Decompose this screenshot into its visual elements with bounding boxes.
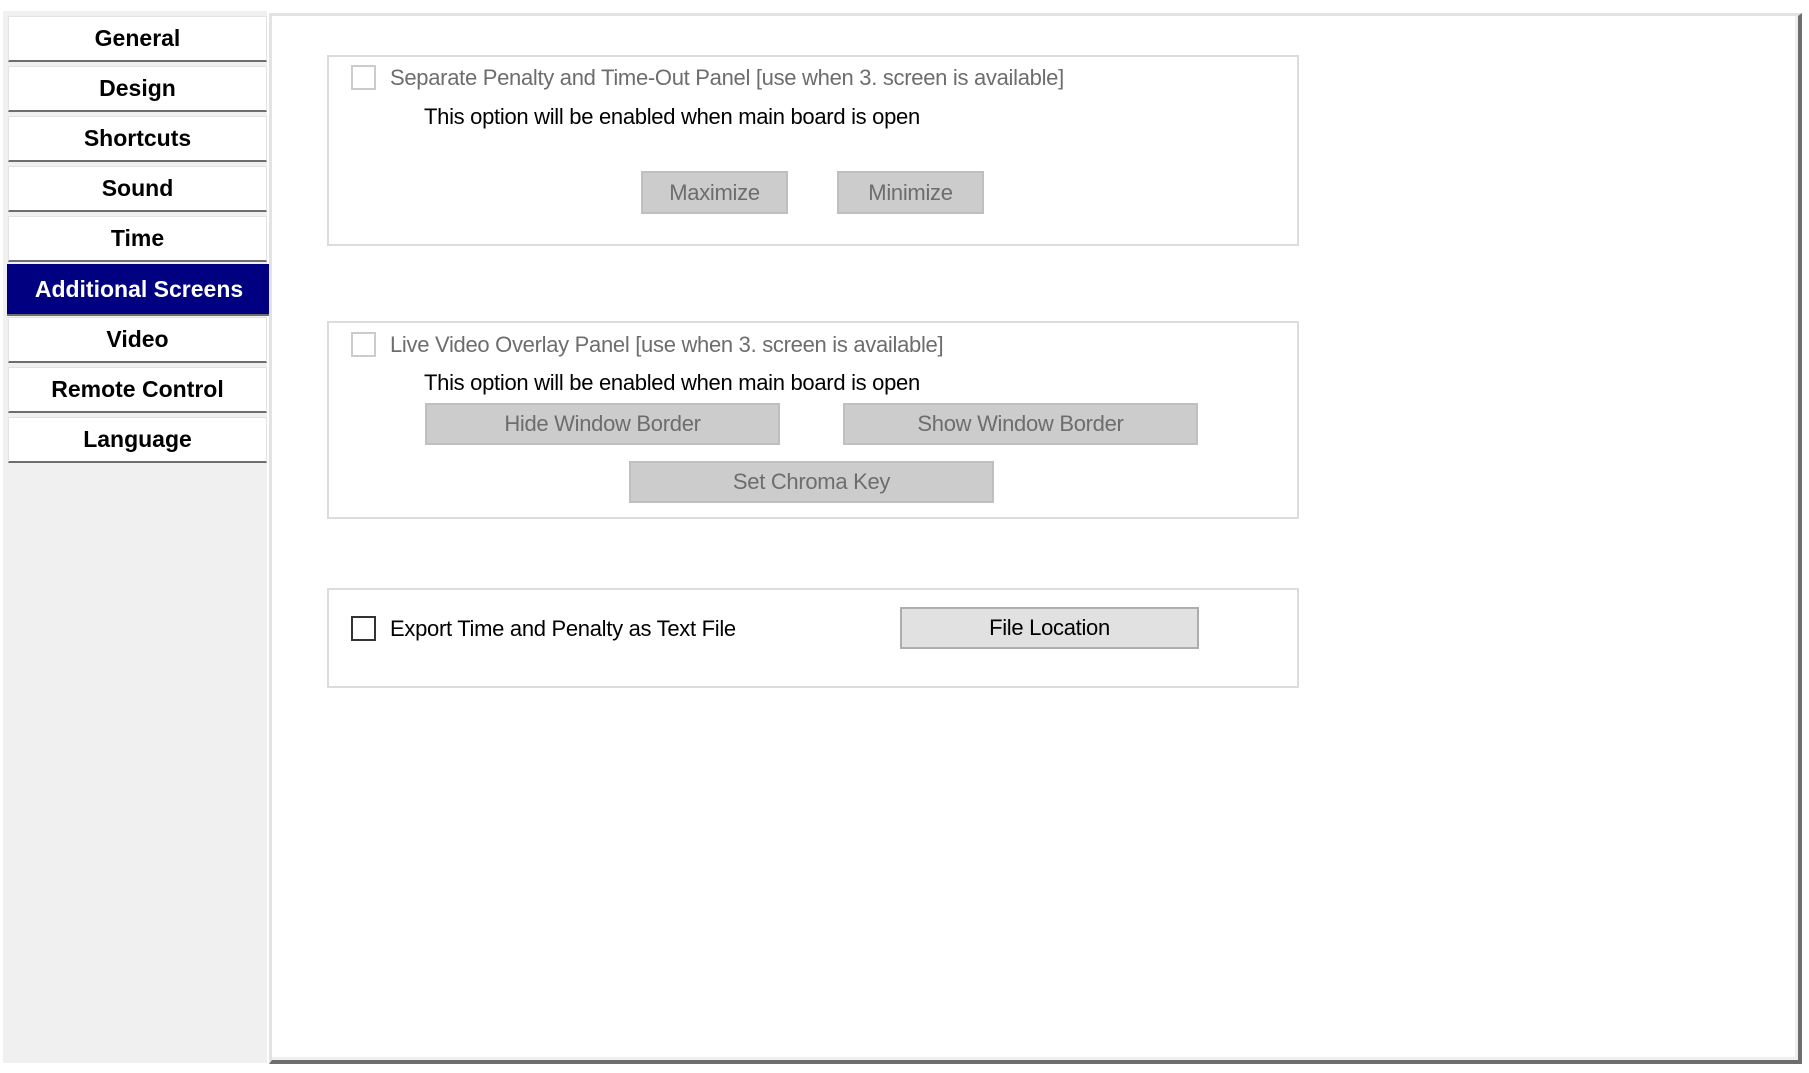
- maximize-button[interactable]: Maximize: [641, 171, 788, 214]
- sidebar-item-time[interactable]: Time: [8, 216, 267, 262]
- file-location-button[interactable]: File Location: [900, 607, 1199, 649]
- sidebar-item-additional-screens[interactable]: Additional Screens: [7, 264, 271, 316]
- sidebar-item-remote-control[interactable]: Remote Control: [8, 367, 267, 413]
- penalty-panel-group: Separate Penalty and Time-Out Panel [use…: [327, 55, 1299, 246]
- penalty-panel-checkbox[interactable]: [351, 65, 376, 90]
- export-panel-group: Export Time and Penalty as Text File Fil…: [327, 588, 1299, 688]
- video-overlay-checkbox[interactable]: [351, 332, 376, 357]
- hide-window-border-button[interactable]: Hide Window Border: [425, 403, 780, 445]
- video-overlay-checkbox-label: Live Video Overlay Panel [use when 3. sc…: [390, 332, 944, 357]
- penalty-panel-info: This option will be enabled when main bo…: [424, 104, 920, 129]
- video-overlay-info: This option will be enabled when main bo…: [424, 370, 920, 395]
- sidebar-item-shortcuts[interactable]: Shortcuts: [8, 116, 267, 162]
- sidebar-item-video[interactable]: Video: [8, 317, 267, 363]
- export-text-file-checkbox[interactable]: [351, 616, 376, 641]
- show-window-border-button[interactable]: Show Window Border: [843, 403, 1198, 445]
- sidebar-item-sound[interactable]: Sound: [8, 166, 267, 212]
- sidebar-item-general[interactable]: General: [8, 16, 267, 62]
- minimize-button[interactable]: Minimize: [837, 171, 984, 214]
- sidebar-item-design[interactable]: Design: [8, 66, 267, 112]
- set-chroma-key-button[interactable]: Set Chroma Key: [629, 461, 994, 503]
- sidebar-item-language[interactable]: Language: [8, 417, 267, 463]
- settings-sidebar: General Design Shortcuts Sound Time Addi…: [3, 11, 271, 1063]
- export-text-file-label: Export Time and Penalty as Text File: [390, 616, 736, 641]
- video-overlay-panel-group: Live Video Overlay Panel [use when 3. sc…: [327, 321, 1299, 519]
- additional-screens-page: Separate Penalty and Time-Out Panel [use…: [269, 13, 1802, 1064]
- penalty-panel-checkbox-label: Separate Penalty and Time-Out Panel [use…: [390, 65, 1064, 90]
